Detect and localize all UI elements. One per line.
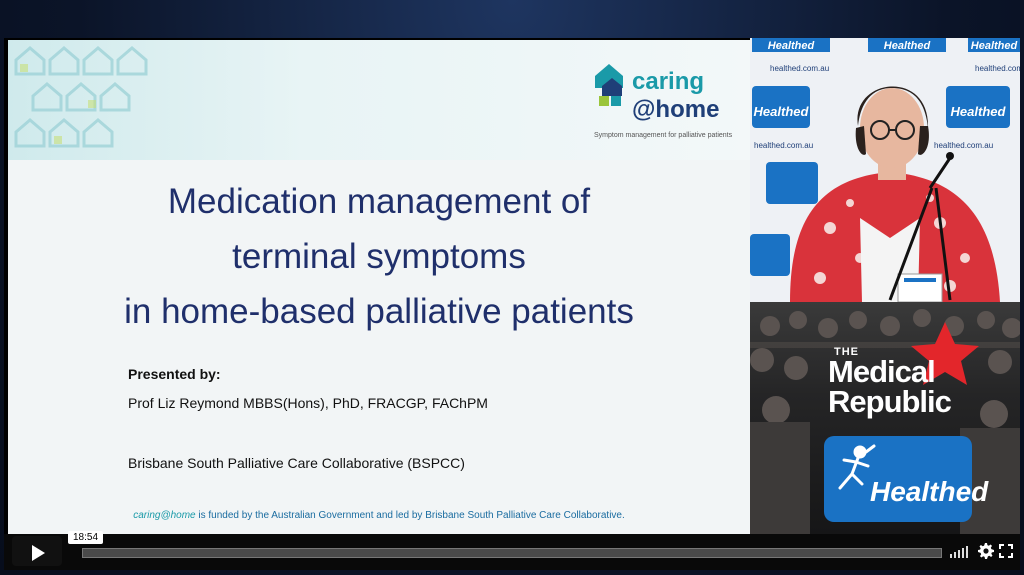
brand-at-home: @home [632, 96, 720, 123]
backdrop-url-3: healthed.com.au [754, 141, 813, 150]
play-button[interactable] [12, 536, 62, 566]
audience-camera: THE Medical Republic Healthed [750, 302, 1020, 534]
title-line-2: terminal symptoms [232, 237, 526, 276]
backdrop-url-4: healthed.com.au [934, 141, 993, 150]
progress-bar[interactable] [82, 548, 942, 558]
mr-republic: Republic [828, 384, 952, 419]
caring-at-home-brand: caring @home Symptom management for pall… [590, 62, 740, 152]
backdrop-brand-3: Healthed [971, 40, 1018, 52]
footer-brand: caring@home [133, 510, 196, 521]
slide: caring @home Symptom management for pall… [8, 40, 750, 534]
organization-name: Brisbane South Palliative Care Collabora… [128, 455, 465, 471]
brand-tagline: Symptom management for palliative patien… [594, 132, 733, 139]
video-player[interactable]: caring @home Symptom management for pall… [4, 38, 1020, 570]
backdrop-url-1: healthed.com.au [770, 64, 829, 73]
presenter-name: Prof Liz Reymond MBBS(Hons), PhD, FRACGP… [128, 395, 488, 411]
gear-icon[interactable] [978, 543, 994, 559]
healthed-text: Healthed [870, 476, 989, 507]
house-pattern-decoration [14, 46, 148, 148]
title-line-1: Medication management of [167, 182, 591, 221]
backdrop-brand-1: Healthed [768, 40, 815, 52]
medical-republic-logo: THE Medical Republic [820, 346, 1020, 419]
backdrop-brand-4: Healthed [754, 104, 810, 119]
backdrop-brand-2: Healthed [884, 40, 931, 52]
slide-title: Medication management of terminal sympto… [8, 174, 750, 339]
backdrop-url-2: healthed.com.au [975, 64, 1020, 73]
house-logo-icon [595, 64, 623, 106]
timecode-tooltip: 18:54 [68, 531, 104, 544]
healthed-logo: Healthed [824, 436, 988, 522]
brand-caring: caring [632, 68, 705, 95]
player-controls: 18:54 [4, 531, 1020, 570]
play-icon [32, 545, 45, 561]
volume-icon[interactable] [950, 544, 970, 558]
footer-text: is funded by the Australian Government a… [195, 510, 625, 521]
fullscreen-icon[interactable] [999, 544, 1013, 558]
backdrop-brand-5: Healthed [951, 104, 1007, 119]
slide-banner: caring @home Symptom management for pall… [8, 40, 750, 160]
speaker-camera: Healthed Healthed Healthed healthed.com.… [750, 38, 1020, 302]
slide-footer: caring@home is funded by the Australian … [8, 510, 750, 521]
title-line-3: in home-based palliative patients [124, 292, 634, 331]
speaker-scene: Healthed Healthed Healthed healthed.com.… [750, 38, 1020, 302]
presented-by-label: Presented by: [128, 366, 221, 382]
